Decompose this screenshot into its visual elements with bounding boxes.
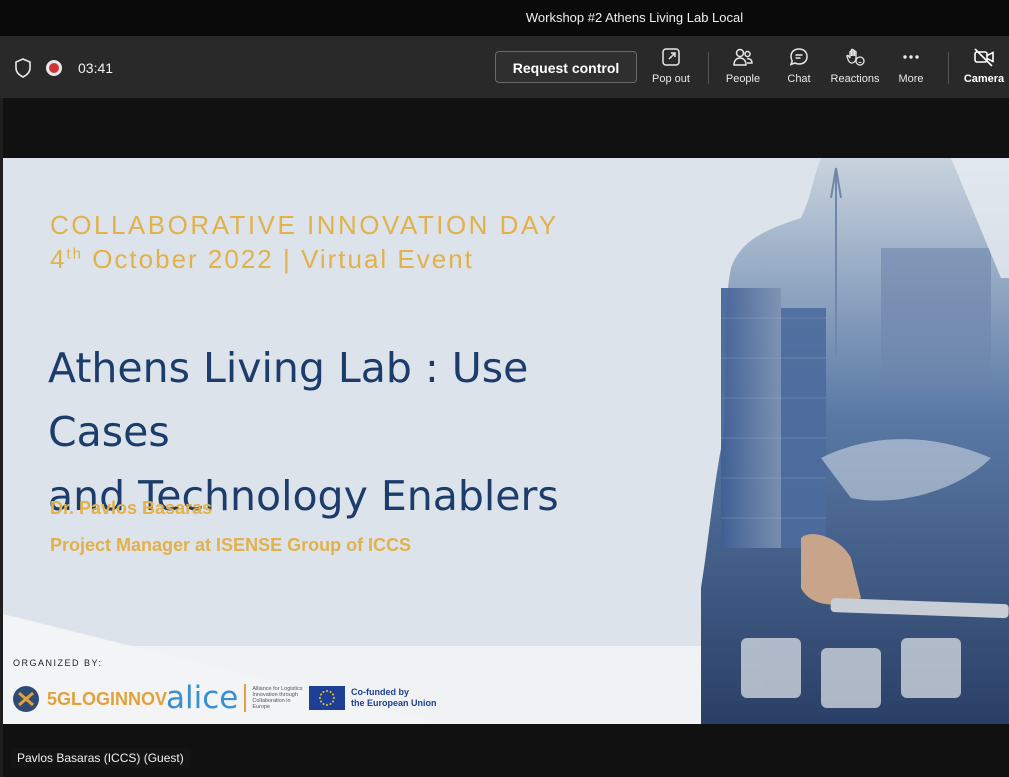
slide-main-title-line: Athens Living Lab : Use Cases [48, 344, 529, 456]
participant-name-tag: Pavlos Basaras (ICCS) (Guest) [10, 748, 191, 768]
presenter-role: Project Manager at ISENSE Group of ICCS [50, 535, 412, 555]
camera-button[interactable]: Camera [954, 46, 1009, 85]
camera-label: Camera [963, 73, 1005, 85]
chat-button[interactable]: Chat [769, 46, 829, 85]
5gloginnov-logo: 5GLOGINNOV [11, 683, 167, 715]
organized-by-label: ORGANIZED BY: [13, 658, 103, 668]
window-titlebar: Workshop #2 Athens Living Lab Local [0, 0, 1009, 36]
logistics-businessman-image [701, 158, 1009, 724]
more-button[interactable]: More [881, 46, 941, 85]
pop-out-button[interactable]: Pop out [641, 46, 701, 85]
meeting-toolbar: 03:41 Request control Pop out People Cha… [0, 36, 1009, 98]
people-icon [733, 48, 753, 66]
reactions-button[interactable]: Reactions [825, 46, 885, 85]
chat-icon [789, 48, 808, 66]
event-title: COLLABORATIVE INNOVATION DAY [50, 210, 559, 240]
pop-out-icon [662, 48, 680, 66]
recording-indicator-icon [46, 60, 62, 76]
5gloginnov-emblem-icon [13, 686, 39, 712]
reactions-icon [846, 48, 865, 66]
event-date: 4th October 2022 | Virtual Event [50, 244, 474, 274]
presentation-slide: COLLABORATIVE INNOVATION DAY 4th October… [3, 158, 1009, 724]
5gloginnov-logo-text: 5GLOGINNOV [47, 688, 168, 709]
alice-logo-divider [244, 684, 247, 712]
reactions-label: Reactions [830, 73, 880, 85]
request-control-button[interactable]: Request control [495, 51, 637, 83]
eu-cofunded-text: Co-funded by the European Union [351, 687, 437, 708]
alice-logo-text: alice [166, 680, 239, 716]
more-icon [903, 55, 919, 59]
pop-out-label: Pop out [652, 73, 690, 85]
alice-logo-subtitle: Alliance for Logistics Innovation throug… [252, 686, 303, 710]
presenter-name: Dr. Pavlos Basaras [50, 498, 213, 518]
toolbar-divider [708, 52, 709, 84]
window-title: Workshop #2 Athens Living Lab Local [525, 10, 744, 25]
people-button[interactable]: People [713, 46, 773, 85]
eu-flag-icon [309, 686, 345, 710]
chat-label: Chat [787, 73, 811, 85]
toolbar-divider [948, 52, 949, 84]
people-label: People [725, 73, 761, 85]
eu-cofunded-logo: Co-funded by the European Union [309, 686, 437, 710]
more-label: More [898, 73, 924, 85]
shield-icon[interactable] [14, 58, 32, 78]
alice-logo: alice Alliance for Logistics Innovation … [166, 680, 308, 716]
camera-off-icon [974, 48, 994, 67]
meeting-timer: 03:41 [78, 60, 114, 76]
